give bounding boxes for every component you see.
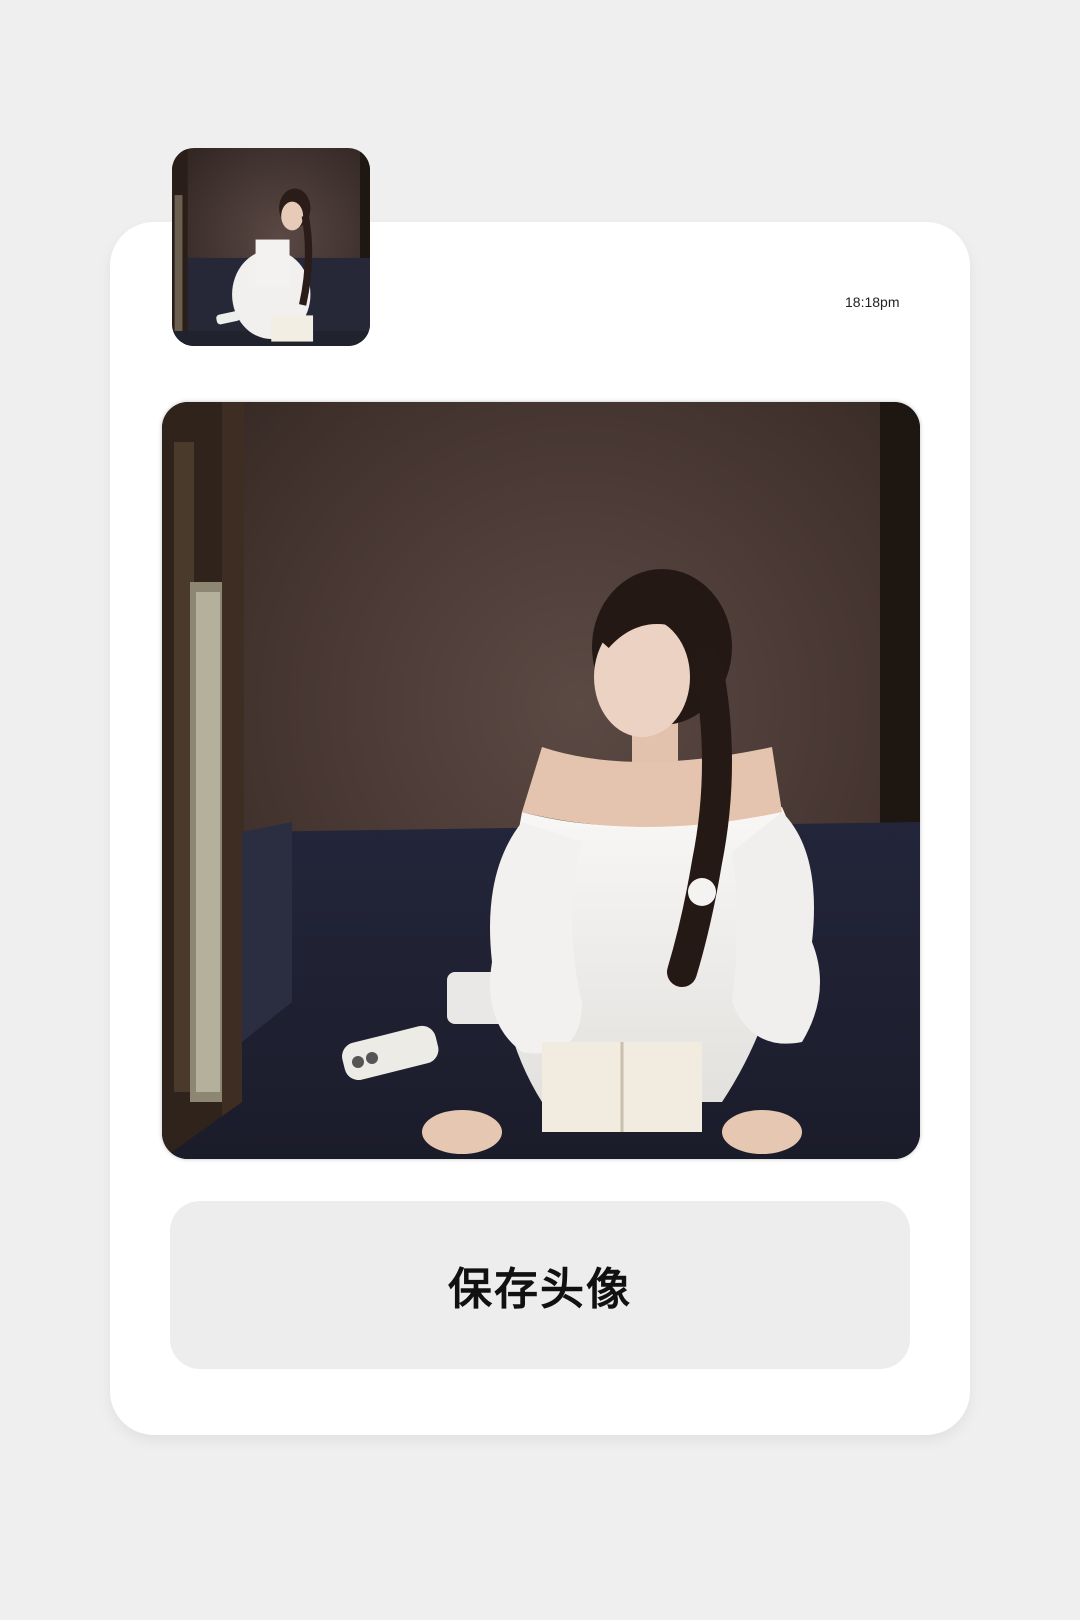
- avatar-preview-image: [172, 148, 370, 346]
- portrait-photo-image: [162, 402, 920, 1159]
- avatar-preview[interactable]: [172, 148, 370, 346]
- save-avatar-label: 保存头像: [448, 1264, 632, 1315]
- portrait-photo[interactable]: [162, 402, 920, 1159]
- timestamp: 18:18pm: [845, 294, 900, 310]
- save-avatar-button[interactable]: 保存头像: [170, 1201, 910, 1369]
